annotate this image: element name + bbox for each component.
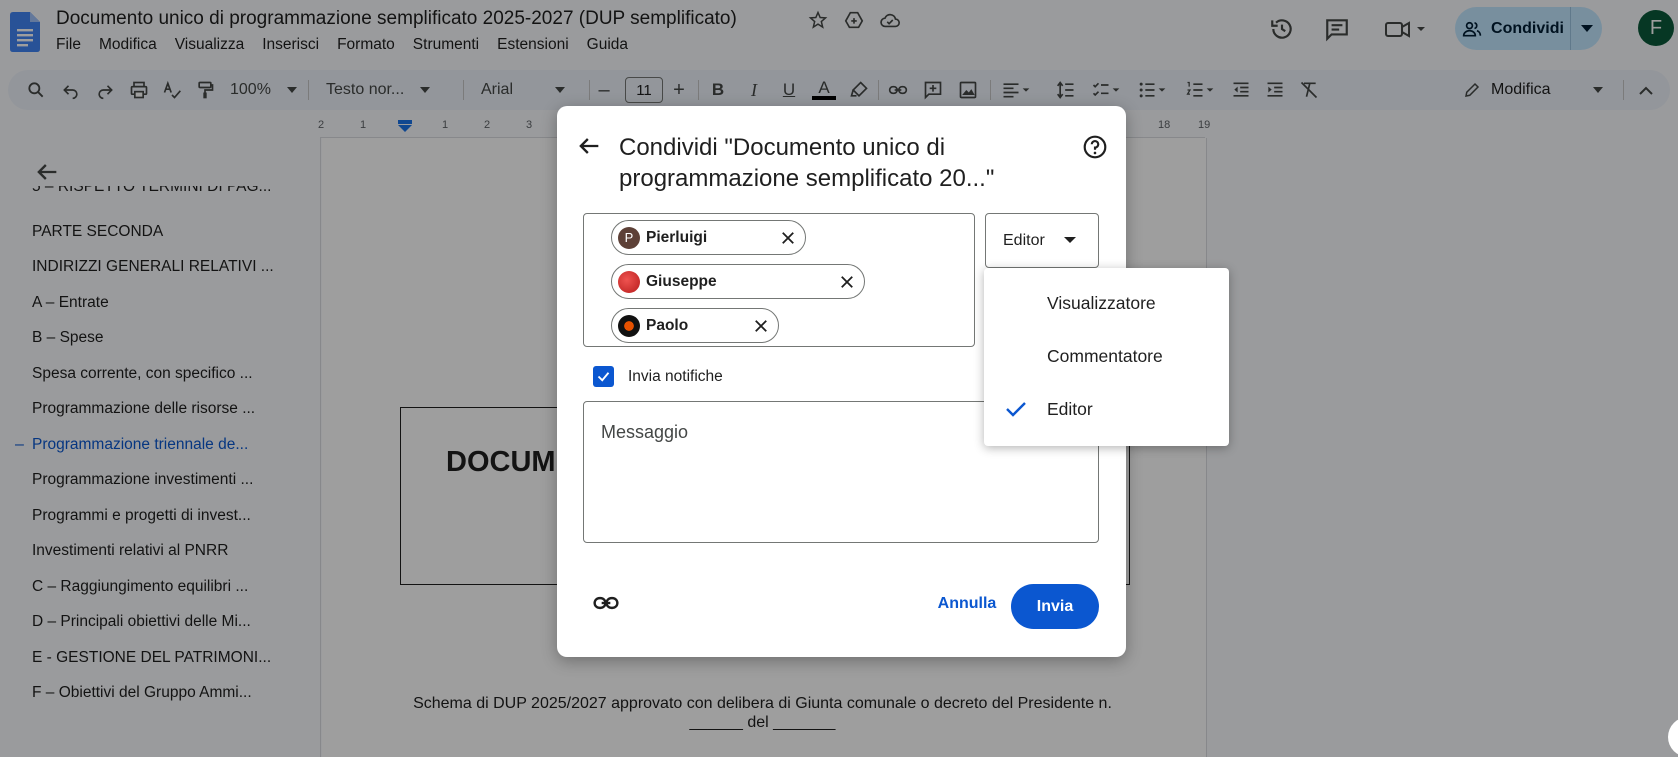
avatar bbox=[618, 314, 640, 337]
person-name: Paolo bbox=[646, 316, 689, 334]
copy-link-icon[interactable] bbox=[593, 590, 619, 616]
notify-option: Invia notifiche bbox=[593, 366, 723, 387]
check-icon bbox=[1006, 402, 1026, 417]
people-input-field[interactable]: P Pierluigi Giuseppe Paolo bbox=[583, 213, 975, 347]
role-select[interactable]: Editor bbox=[985, 213, 1099, 268]
role-option-label: Commentatore bbox=[1047, 345, 1163, 366]
share-dialog-title: Condividi "Documento unico di programmaz… bbox=[619, 134, 995, 192]
remove-person-icon[interactable] bbox=[779, 229, 797, 247]
person-chip[interactable]: Giuseppe bbox=[611, 264, 865, 299]
role-option-commenter[interactable]: Commentatore bbox=[984, 331, 1229, 381]
role-option-viewer[interactable]: Visualizzatore bbox=[984, 278, 1229, 328]
checkmark-icon bbox=[597, 372, 610, 382]
person-name: Giuseppe bbox=[646, 272, 717, 290]
role-select-value: Editor bbox=[1003, 231, 1045, 249]
cancel-button[interactable]: Annulla bbox=[922, 584, 1012, 624]
message-placeholder: Messaggio bbox=[601, 422, 689, 442]
avatar: P bbox=[618, 226, 640, 249]
notify-label: Invia notifiche bbox=[628, 367, 723, 385]
help-icon[interactable] bbox=[1082, 134, 1108, 160]
role-option-editor[interactable]: Editor bbox=[984, 384, 1229, 434]
person-name: Pierluigi bbox=[646, 228, 708, 246]
person-chip[interactable]: P Pierluigi bbox=[611, 220, 806, 255]
role-option-label: Editor bbox=[1047, 398, 1093, 419]
role-dropdown-menu: Visualizzatore Commentatore Editor bbox=[984, 268, 1229, 446]
send-button[interactable]: Invia bbox=[1011, 584, 1099, 629]
person-chip[interactable]: Paolo bbox=[611, 308, 779, 343]
caret-down-icon bbox=[1064, 237, 1076, 243]
remove-person-icon[interactable] bbox=[752, 317, 770, 335]
remove-person-icon[interactable] bbox=[838, 273, 856, 291]
role-option-label: Visualizzatore bbox=[1047, 292, 1156, 313]
back-arrow-icon[interactable] bbox=[575, 132, 603, 160]
notify-checkbox[interactable] bbox=[593, 366, 614, 387]
avatar bbox=[618, 270, 640, 293]
